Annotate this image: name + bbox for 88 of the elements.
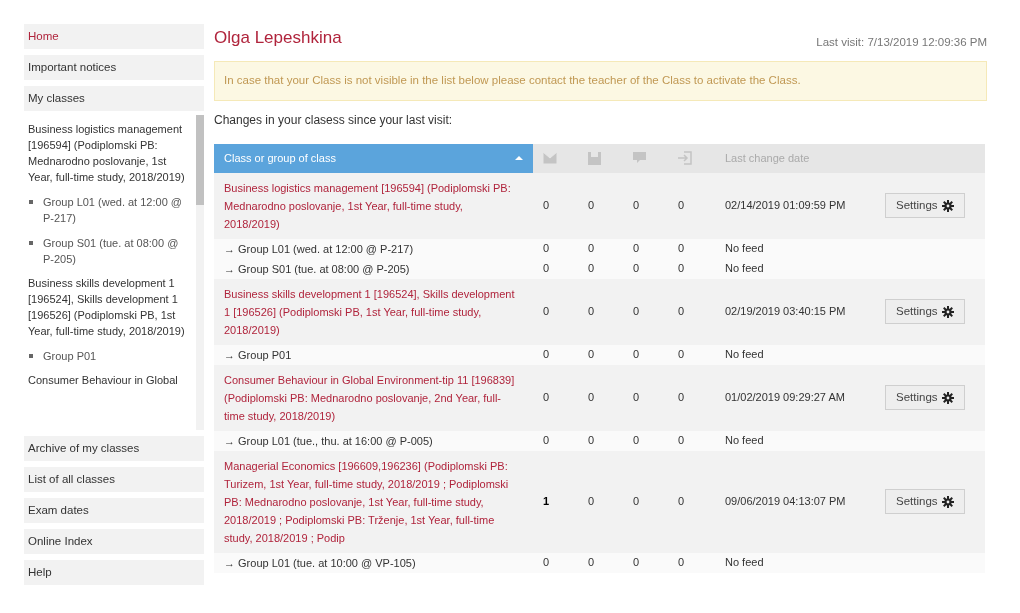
settings-icon (941, 391, 954, 404)
count: 0 (633, 348, 640, 361)
sidebar-item[interactable]: Important notices (24, 55, 204, 80)
count: 0 (678, 348, 685, 361)
count: 0 (588, 434, 595, 447)
settings-button[interactable]: Settings (885, 385, 965, 410)
settings-button[interactable]: Settings (885, 299, 965, 324)
change-date: No feed (725, 242, 764, 255)
count: 1 (543, 495, 550, 508)
notice-banner: In case that your Class is not visible in the list below please contact the teacher of the Class to activate the Class. (214, 61, 987, 101)
group-name: → Group L01 (tue., thu. at 16:00 @ P-005) (224, 434, 433, 447)
count: 0 (543, 348, 550, 361)
group-name: → Group P01 (224, 348, 292, 361)
count: 0 (678, 495, 685, 508)
sidebar-item[interactable]: Archive of my classes (24, 436, 204, 461)
sidebar-item[interactable]: List of all classes (24, 467, 204, 492)
count: 0 (633, 199, 640, 212)
class-link[interactable]: Business logistics management [196594] (Podiplomski PB: Mednarodno poslovanje, 1st Year, full-time study, 2018/2019) (28, 121, 191, 185)
count: 0 (543, 199, 550, 212)
group-name: → Group L01 (wed. at 12:00 @ P-217) (224, 242, 414, 255)
class-link[interactable]: Business logistics management [196594] (Podiplomski PB: Mednarodno poslovanje, 1st Year, full-time study, 2018/2019) (224, 178, 516, 233)
change-date: No feed (725, 434, 764, 447)
count: 0 (588, 391, 595, 404)
last-visit: Last visit: 7/13/2019 12:09:36 PM (816, 35, 987, 50)
count: 0 (588, 262, 595, 275)
count: 0 (678, 434, 685, 447)
count: 0 (633, 495, 640, 508)
sidebar-item[interactable]: Home (24, 24, 204, 49)
count: 0 (633, 391, 640, 404)
settings-icon (941, 305, 954, 318)
change-date: 02/19/2019 03:40:15 PM (725, 305, 846, 318)
section-heading: Changes in your clasess since your last visit: (214, 111, 454, 129)
count: 0 (543, 242, 550, 255)
group-link[interactable]: Group L01 (wed. at 12:00 @ P-217) (43, 194, 191, 226)
sidebar-item[interactable]: Online Index (24, 529, 204, 554)
count: 0 (543, 305, 550, 318)
change-date: No feed (725, 262, 764, 275)
count: 0 (588, 495, 595, 508)
count: 0 (678, 262, 685, 275)
settings-icon (941, 199, 954, 212)
count: 0 (633, 556, 640, 569)
user-name: Olga Lepeshkina (214, 27, 342, 49)
count: 0 (633, 305, 640, 318)
count: 0 (678, 391, 685, 404)
bullet-icon (29, 354, 33, 358)
count: 0 (543, 556, 550, 569)
settings-button[interactable]: Settings (885, 489, 965, 514)
settings-icon (941, 495, 954, 508)
count: 0 (543, 391, 550, 404)
sort-arrow-icon (515, 156, 523, 160)
class-link[interactable]: Business skills development 1 [196524], Skills development 1 [196526] (Podiplomski PB, 1st Year, full-time study, 2018/2019) (28, 275, 191, 339)
class-link[interactable]: Consumer Behaviour in Global Environment-tip 11 [196839] (Podiplomski PB: Mednarodno poslovanje, 2nd Year, full-time study, 2018/2019) (224, 370, 516, 425)
count: 0 (543, 434, 550, 447)
count: 0 (678, 242, 685, 255)
class-link[interactable]: Consumer Behaviour in Global (28, 372, 191, 388)
bullet-icon (29, 241, 33, 245)
change-date: 09/06/2019 04:13:07 PM (725, 495, 846, 508)
bullet-icon (29, 200, 33, 204)
sidebar-item[interactable]: Help (24, 560, 204, 585)
count: 0 (588, 305, 595, 318)
settings-button[interactable]: Settings (885, 193, 965, 218)
envelope-icon (543, 152, 557, 164)
count: 0 (588, 199, 595, 212)
count: 0 (678, 305, 685, 318)
class-link[interactable]: Managerial Economics [196609,196236] (Podiplomski PB: Turizem, 1st Year, full-time study, 2018/2019 ; Podiplomski PB: Mednarodno poslovanje, 1st Year, full-time study, 2018/2019 ; Podiplomski PB: Trženje, 1st Year, full-time study, 2018/2019 ; Podip (224, 456, 516, 547)
change-date: 01/02/2019 09:29:27 AM (725, 391, 845, 404)
group-name: → Group S01 (tue. at 08:00 @ P-205) (224, 262, 410, 275)
scrollbar-thumb[interactable] (196, 115, 204, 205)
count: 0 (678, 199, 685, 212)
count: 0 (588, 556, 595, 569)
group-name: → Group L01 (tue. at 10:00 @ VP-105) (224, 556, 416, 569)
change-date: No feed (725, 348, 764, 361)
count: 0 (633, 434, 640, 447)
count: 0 (588, 242, 595, 255)
count: 0 (543, 262, 550, 275)
change-date: 02/14/2019 01:09:59 PM (725, 199, 846, 212)
sign-in-icon (678, 151, 692, 165)
class-link[interactable]: Business skills development 1 [196524], Skills development 1 [196526] (Podiplomski PB, 1st Year, full-time study, 2018/2019) (224, 284, 516, 339)
sidebar-item[interactable]: Exam dates (24, 498, 204, 523)
group-link[interactable]: Group S01 (tue. at 08:00 @ P-205) (43, 235, 191, 267)
count: 0 (633, 262, 640, 275)
count: 0 (588, 348, 595, 361)
sidebar-item[interactable]: My classes (24, 86, 204, 111)
count: 0 (678, 556, 685, 569)
count: 0 (633, 242, 640, 255)
speech-bubble-icon (633, 152, 646, 164)
change-date: No feed (725, 556, 764, 569)
group-link[interactable]: Group P01 (43, 348, 97, 364)
